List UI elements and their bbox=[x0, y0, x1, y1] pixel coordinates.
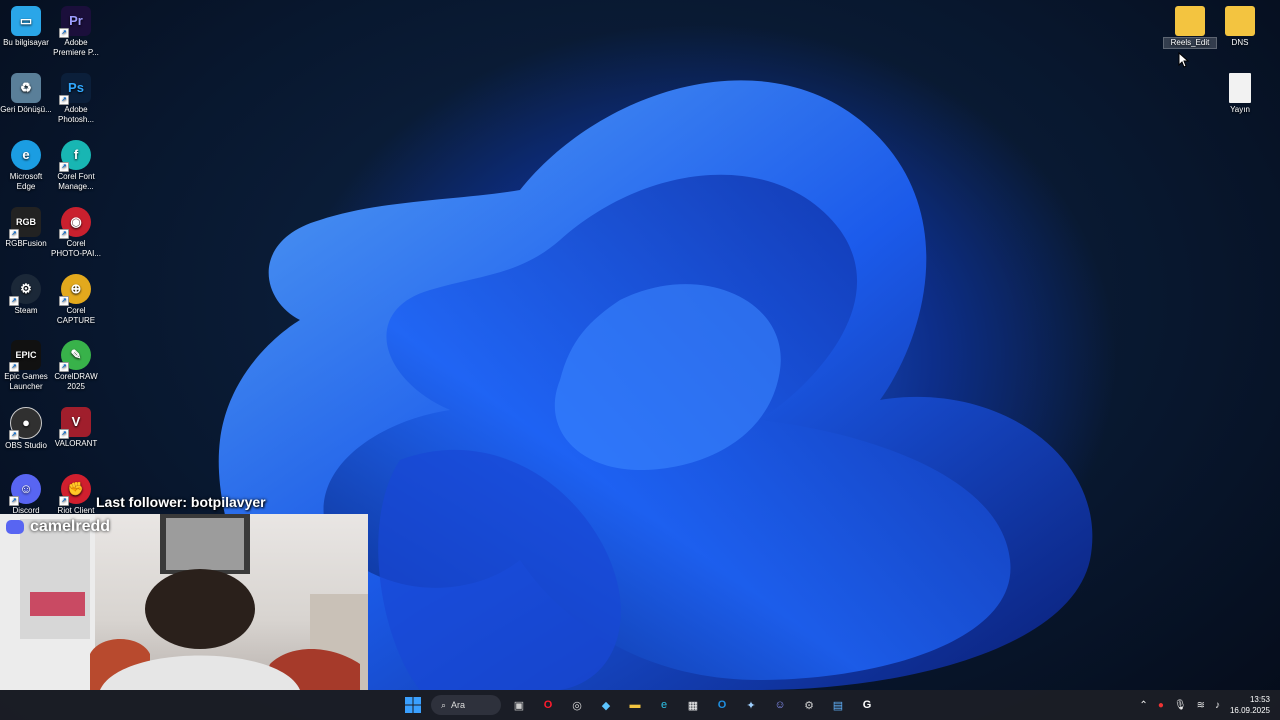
task-view-icon[interactable]: ▣ bbox=[508, 694, 530, 716]
desktop-icon-corel-font-manager[interactable]: f ↗ Corel Font Manage... bbox=[50, 140, 102, 192]
system-tray: ⌃ ● 🎙︎ ≋ ♪ 13:53 16.09.2025 bbox=[1139, 690, 1270, 720]
corel-font-icon: f ↗ bbox=[59, 140, 91, 172]
recycle-bin-icon: ♻ bbox=[11, 73, 41, 103]
webcam-feed bbox=[0, 514, 368, 690]
desktop-icon-obs-studio[interactable]: ● ↗ OBS Studio bbox=[0, 407, 52, 451]
search-icon: ⌕ bbox=[441, 699, 447, 710]
webcam-scene bbox=[0, 514, 368, 690]
desktop-icon-corel-photo-paint[interactable]: ◉ ↗ Corel PHOTO-PAI... bbox=[50, 207, 102, 259]
desktop-icon-recycle-bin[interactable]: ♻ Geri Dönüşü... bbox=[0, 73, 52, 115]
taskbar: ⌕ Ara ▣ O ◎ ◆ ▬ e ▦ O ✦ ☺ ⚙ ▤ G ⌃ ● 🎙︎ ≋… bbox=[0, 690, 1280, 720]
windows-logo-icon bbox=[405, 697, 421, 713]
riot-client-icon: ✊ ↗ bbox=[59, 474, 91, 506]
desktop-icon-epic-games[interactable]: EPIC ↗ Epic Games Launcher bbox=[0, 340, 52, 392]
microphone-icon[interactable]: 🎙︎ bbox=[1174, 700, 1187, 711]
desktop-icon-steam[interactable]: ⚙ ↗ Steam bbox=[0, 274, 52, 316]
desktop-icon-riot-client[interactable]: ✊ ↗ Riot Client bbox=[50, 474, 102, 516]
opera-icon[interactable]: O bbox=[537, 694, 559, 716]
folder-icon bbox=[1175, 6, 1205, 36]
corel-photopaint-icon: ◉ ↗ bbox=[59, 207, 91, 239]
desktop-icon-yayin-file[interactable]: Yayın bbox=[1214, 73, 1266, 115]
desktop-icon-corel-capture[interactable]: ⊕ ↗ Corel CAPTURE bbox=[50, 274, 102, 326]
microsoft-store-icon[interactable]: ▦ bbox=[682, 694, 704, 716]
text-file-icon bbox=[1229, 73, 1251, 103]
computer-icon: ▭ bbox=[11, 6, 41, 36]
mouse-cursor-icon bbox=[1178, 52, 1190, 68]
desktop-icon-dns-folder[interactable]: DNS bbox=[1214, 6, 1266, 48]
corel-capture-icon: ⊕ ↗ bbox=[59, 274, 91, 306]
notification-app-icon[interactable]: ● bbox=[1158, 700, 1164, 711]
webcam-username-label: camelredd bbox=[6, 518, 110, 536]
photoshop-icon: Ps ↗ bbox=[59, 73, 91, 105]
edge-icon: e bbox=[11, 140, 41, 170]
notepad-icon[interactable]: ▤ bbox=[827, 694, 849, 716]
discord-icon[interactable]: ☺ bbox=[769, 694, 791, 716]
taskbar-search[interactable]: ⌕ Ara bbox=[431, 695, 501, 715]
discord-icon: ☺ ↗ bbox=[9, 474, 41, 506]
chevron-up-icon[interactable]: ⌃ bbox=[1139, 700, 1147, 711]
outlook-icon[interactable]: O bbox=[711, 694, 733, 716]
desktop-icon-rgbfusion[interactable]: RGB ↗ RGBFusion bbox=[0, 207, 52, 249]
desktop-icon-this-pc[interactable]: ▭ Bu bilgisayar bbox=[0, 6, 52, 48]
rgbfusion-icon: RGB ↗ bbox=[9, 207, 41, 239]
valorant-icon: V ↗ bbox=[59, 407, 91, 439]
app-icon[interactable]: ✦ bbox=[740, 694, 762, 716]
desktop-icon-valorant[interactable]: V ↗ VALORANT bbox=[50, 407, 102, 449]
volume-icon[interactable]: ♪ bbox=[1215, 700, 1220, 711]
desktop-icon-edge[interactable]: e Microsoft Edge bbox=[0, 140, 52, 192]
coreldraw-icon: ✎ ↗ bbox=[59, 340, 91, 372]
steam-icon: ⚙ ↗ bbox=[9, 274, 41, 306]
desktop-icon-reels-edit-folder[interactable]: Reels_Edit bbox=[1163, 6, 1217, 49]
steam-icon[interactable]: ⚙ bbox=[798, 694, 820, 716]
chatgpt-icon[interactable]: ◎ bbox=[566, 694, 588, 716]
epic-games-icon: EPIC ↗ bbox=[9, 340, 41, 372]
last-follower-overlay: Last follower: botpilavyer bbox=[96, 494, 266, 510]
discord-icon bbox=[6, 520, 24, 534]
folder-icon bbox=[1225, 6, 1255, 36]
desktop-icon-photoshop[interactable]: Ps ↗ Adobe Photosh... bbox=[50, 73, 102, 125]
premiere-icon: Pr ↗ bbox=[59, 6, 91, 38]
edge-icon[interactable]: e bbox=[653, 694, 675, 716]
taskbar-center: ⌕ Ara ▣ O ◎ ◆ ▬ e ▦ O ✦ ☺ ⚙ ▤ G bbox=[402, 690, 878, 720]
obs-icon: ● ↗ bbox=[9, 407, 42, 440]
clock[interactable]: 13:53 16.09.2025 bbox=[1230, 694, 1270, 716]
desktop-icon-coreldraw[interactable]: ✎ ↗ CorelDRAW 2025 bbox=[50, 340, 102, 392]
m365-icon[interactable]: ◆ bbox=[595, 694, 617, 716]
logitech-g-icon[interactable]: G bbox=[856, 694, 878, 716]
desktop-icon-discord[interactable]: ☺ ↗ Discord bbox=[0, 474, 52, 516]
file-explorer-icon[interactable]: ▬ bbox=[624, 694, 646, 716]
desktop-icon-premiere[interactable]: Pr ↗ Adobe Premiere P... bbox=[50, 6, 102, 58]
start-button[interactable] bbox=[402, 694, 424, 716]
wifi-icon[interactable]: ≋ bbox=[1197, 700, 1205, 711]
